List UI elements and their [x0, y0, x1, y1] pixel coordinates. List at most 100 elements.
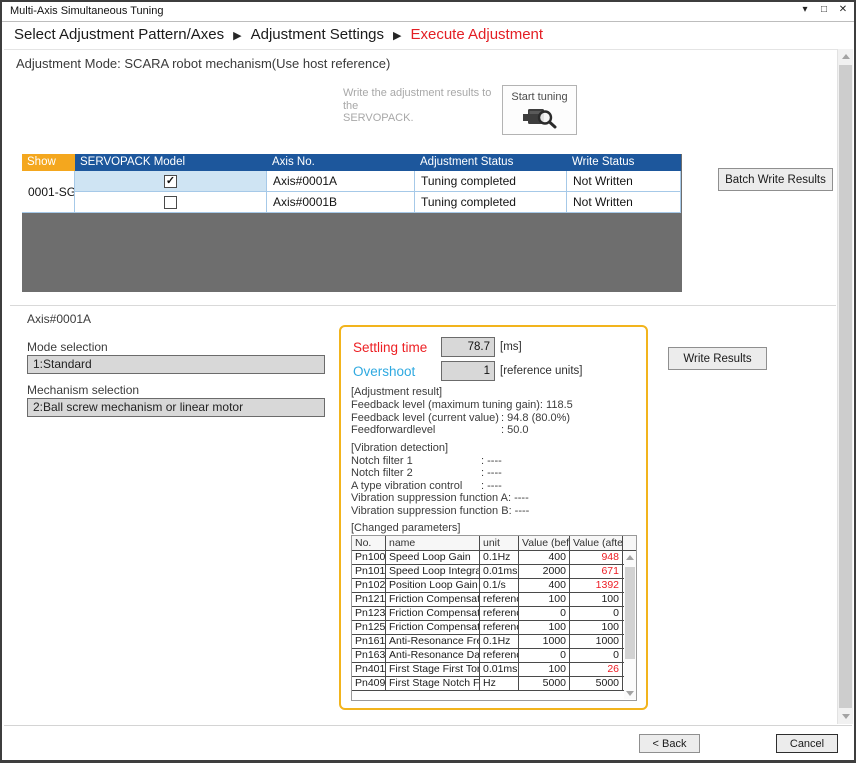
mode-selection-field: 1:Standard	[27, 355, 325, 374]
show-checkbox-axis-b[interactable]	[164, 196, 177, 209]
cancel-button[interactable]: Cancel	[776, 734, 838, 753]
write-hint-text: Write the adjustment results to the SERV…	[343, 87, 493, 125]
param-unit: Hz	[480, 677, 519, 690]
params-header-spacer	[623, 536, 635, 550]
vibration-detection-title: [Vibration detection]	[351, 442, 643, 455]
scroll-down-icon[interactable]	[624, 687, 636, 699]
multi-axis-tuning-window: Multi-Axis Simultaneous Tuning ▾ □ ✕ Sel…	[0, 0, 856, 763]
param-before: 100	[519, 621, 570, 634]
result-line: Feedback level (maximum tuning gain): 11…	[351, 399, 643, 412]
overshoot-row: Overshoot 1 [reference units]	[353, 361, 582, 381]
tuning-result-panel: Settling time 78.7 [ms] Overshoot 1 [ref…	[339, 325, 648, 710]
result-line-label: Feedback level (maximum tuning gain)	[351, 399, 540, 412]
param-unit: 0.1/s	[480, 579, 519, 592]
start-tuning-button[interactable]: Start tuning	[502, 85, 577, 135]
params-row: Pn163Anti-Resonance Dampireference00	[352, 649, 636, 663]
content-top-divider	[4, 49, 852, 50]
window-controls: ▾ □ ✕	[800, 4, 848, 15]
vibration-line: Notch filter 1: ----	[351, 455, 643, 468]
window-title: Multi-Axis Simultaneous Tuning	[10, 5, 163, 17]
params-row: Pn401First Stage First Torque0.01ms10026	[352, 663, 636, 677]
params-row: Pn409First Stage Notch FilterHz50005000	[352, 677, 636, 691]
vibration-line: Notch filter 2: ----	[351, 467, 643, 480]
column-header-model: SERVOPACK Model	[75, 154, 267, 171]
param-before: 400	[519, 579, 570, 592]
result-line-value: : 94.8 (80.0%)	[501, 412, 570, 424]
params-row: Pn121Friction Compensationreference10010…	[352, 593, 636, 607]
param-before: 0	[519, 607, 570, 620]
scroll-down-icon[interactable]	[838, 709, 853, 724]
adjustment-result-title: [Adjustment result]	[351, 386, 643, 399]
param-after: 100	[570, 593, 623, 606]
param-after: 948	[570, 551, 623, 564]
start-tuning-label: Start tuning	[503, 91, 576, 103]
settling-time-value: 78.7	[441, 337, 495, 357]
param-name: Speed Loop Integral Ti	[386, 565, 480, 578]
adjustment-result-text: [Adjustment result] Feedback level (maxi…	[351, 386, 643, 535]
settling-time-unit: [ms]	[500, 341, 522, 353]
params-header-no: No.	[352, 536, 386, 550]
axis-no-cell: Axis#0001A	[267, 171, 415, 192]
param-before: 400	[519, 551, 570, 564]
params-scrollbar-thumb[interactable]	[625, 567, 635, 659]
minimize-icon[interactable]: ▾	[800, 4, 810, 15]
close-icon[interactable]: ✕	[838, 4, 848, 15]
param-unit: 0.1Hz	[480, 551, 519, 564]
param-no: Pn125	[352, 621, 386, 634]
param-name: Friction Compensation	[386, 621, 480, 634]
section-divider	[10, 305, 836, 306]
vibration-line-label: Vibration suppression function B	[351, 505, 509, 518]
column-header-write-status: Write Status	[567, 154, 681, 171]
axis-no-cell: Axis#0001B	[267, 192, 415, 213]
vibration-line-label: Notch filter 2	[351, 467, 481, 480]
param-no: Pn121	[352, 593, 386, 606]
changed-parameters-table: No. name unit Value (befo Value (afte Pn…	[351, 535, 637, 701]
column-header-show: Show	[22, 154, 75, 171]
param-unit: reference	[480, 621, 519, 634]
scroll-up-icon[interactable]	[838, 49, 853, 64]
scroll-up-icon[interactable]	[624, 551, 636, 563]
params-header-unit: unit	[480, 536, 519, 550]
write-results-button[interactable]: Write Results	[668, 347, 767, 370]
axis-detail-title: Axis#0001A	[27, 312, 91, 326]
maximize-icon[interactable]: □	[819, 4, 829, 15]
param-no: Pn100	[352, 551, 386, 564]
bottom-divider	[4, 725, 852, 726]
show-checkbox-axis-a[interactable]: ✓	[164, 175, 177, 188]
batch-write-results-button[interactable]: Batch Write Results	[718, 168, 833, 191]
vibration-line-value: : ----	[481, 480, 502, 492]
param-unit: 0.01ms	[480, 663, 519, 676]
result-line: Feedforwardlevel: 50.0	[351, 424, 643, 437]
overshoot-label: Overshoot	[353, 364, 441, 379]
param-no: Pn101	[352, 565, 386, 578]
params-row: Pn101Speed Loop Integral Ti0.01ms2000671	[352, 565, 636, 579]
write-status-cell: Not Written	[567, 171, 681, 192]
param-before: 0	[519, 649, 570, 662]
param-no: Pn102	[352, 579, 386, 592]
result-line-value: : 118.5	[540, 399, 573, 411]
param-after: 1392	[570, 579, 623, 592]
param-after: 26	[570, 663, 623, 676]
main-vertical-scrollbar[interactable]	[837, 49, 853, 724]
column-header-axis-no: Axis No.	[267, 154, 415, 171]
settling-time-label: Settling time	[353, 340, 441, 355]
vibration-line-value: : ----	[481, 455, 502, 467]
column-header-adjustment-status: Adjustment Status	[415, 154, 567, 171]
param-unit: 0.01ms	[480, 565, 519, 578]
params-table-scrollbar[interactable]	[624, 551, 636, 699]
param-after: 5000	[570, 677, 623, 690]
vibration-line: A type vibration control: ----	[351, 480, 643, 493]
param-name: First Stage First Torque	[386, 663, 480, 676]
back-button[interactable]: < Back	[639, 734, 700, 753]
param-name: Anti-Resonance Dampi	[386, 649, 480, 662]
param-name: Friction Compensation	[386, 607, 480, 620]
param-after: 1000	[570, 635, 623, 648]
changed-parameters-title: [Changed parameters]	[351, 522, 643, 535]
result-line-label: Feedback level (current value)	[351, 412, 501, 425]
main-scrollbar-thumb[interactable]	[839, 65, 852, 708]
overshoot-value: 1	[441, 361, 495, 381]
vibration-line-value: : ----	[508, 492, 529, 504]
param-after: 0	[570, 607, 623, 620]
params-row: Pn100Speed Loop Gain0.1Hz400948	[352, 551, 636, 565]
vibration-line: Vibration suppression function B: ----	[351, 505, 643, 518]
